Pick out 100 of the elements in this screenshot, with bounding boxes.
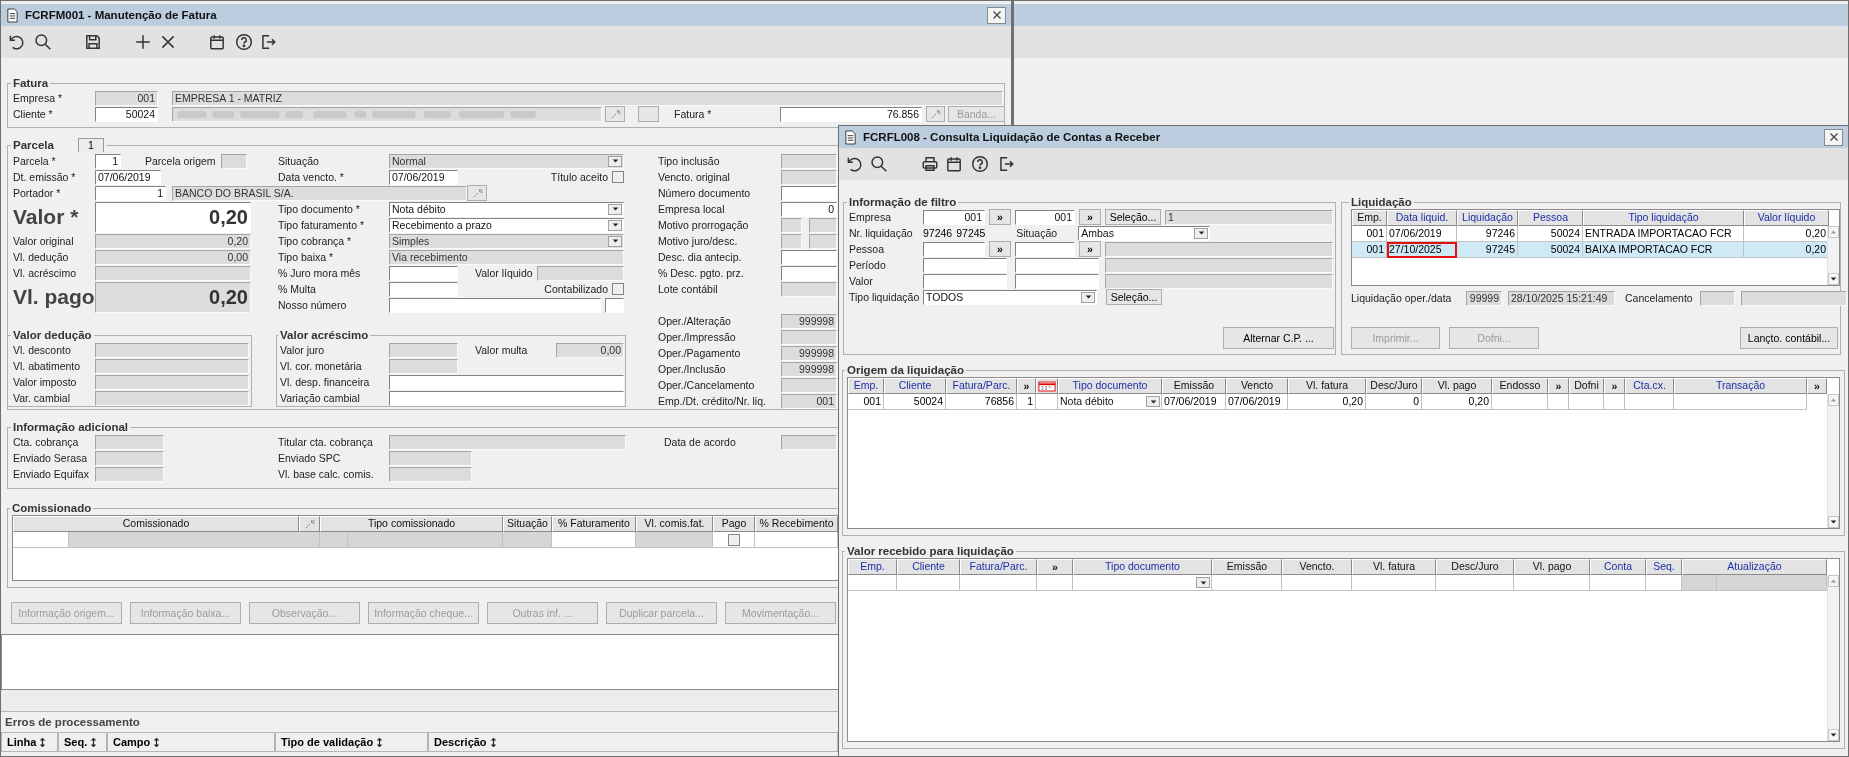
column-header[interactable]: Liquidação	[1457, 210, 1518, 226]
alternate-button[interactable]: Alternar C.P. ...	[1223, 327, 1334, 349]
tab[interactable]: 1	[77, 138, 104, 152]
input-field[interactable]	[605, 297, 624, 313]
dropdown-field[interactable]: TODOS	[923, 289, 1097, 305]
input-field[interactable]	[389, 265, 458, 281]
input-field[interactable]	[1015, 257, 1099, 273]
exit-icon[interactable]	[259, 33, 277, 51]
search-icon[interactable]	[34, 33, 52, 51]
column-header[interactable]: Cliente	[897, 559, 960, 575]
input-field[interactable]	[389, 390, 624, 406]
column-header[interactable]: % Faturamento	[552, 516, 636, 532]
lookup-button[interactable]	[467, 185, 487, 201]
scroll-up-icon[interactable]	[1828, 226, 1839, 238]
column-header[interactable]: Desc/Juro	[1366, 378, 1422, 394]
column-header[interactable]: Vencto.	[1282, 559, 1352, 575]
input-field[interactable]	[389, 281, 458, 297]
expand-button[interactable]: »	[1604, 378, 1625, 394]
column-header[interactable]: Situação	[503, 516, 552, 532]
column-header[interactable]: Atualização	[1682, 559, 1827, 575]
undo-icon[interactable]	[7, 33, 25, 51]
input-field[interactable]: 001	[1015, 209, 1075, 225]
save-icon[interactable]	[84, 33, 102, 51]
input-field[interactable]: 07/06/2019	[95, 169, 161, 185]
blank-button[interactable]	[638, 106, 659, 122]
input-field[interactable]	[389, 297, 601, 313]
column-header[interactable]: Emissão	[1162, 378, 1226, 394]
dropdown-field[interactable]: Recebimento a prazo	[389, 217, 624, 233]
column-header[interactable]: Seq.	[1646, 559, 1682, 575]
dropdown-field[interactable]: Nota débito	[389, 201, 624, 217]
selection-button[interactable]: Seleção...	[1106, 289, 1162, 305]
search-icon[interactable]	[870, 155, 888, 173]
column-header[interactable]: Endosso	[1492, 378, 1548, 394]
scroll-down-icon[interactable]	[1828, 273, 1839, 285]
input-field[interactable]	[781, 185, 837, 201]
selection-button[interactable]: Seleção...	[1105, 209, 1161, 225]
input-field[interactable]	[781, 265, 837, 281]
column-header[interactable]: Vl. fatura	[1288, 378, 1366, 394]
expand-button[interactable]: »	[1037, 559, 1073, 575]
cross-icon[interactable]	[159, 33, 177, 51]
input-field[interactable]	[923, 273, 1007, 289]
calendar-icon[interactable]	[945, 155, 963, 173]
column-header[interactable]: Data liquid.	[1387, 210, 1457, 226]
help-icon[interactable]	[235, 33, 253, 51]
input-field[interactable]: 001	[923, 209, 985, 225]
column-header[interactable]: Emp.	[1352, 210, 1387, 226]
column-header[interactable]: Cliente	[884, 378, 946, 394]
sort-header[interactable]: Descrição	[428, 732, 838, 752]
input-field[interactable]: 76.856	[780, 106, 922, 122]
input-field[interactable]	[923, 241, 985, 257]
scroll-up-icon[interactable]	[1828, 394, 1839, 406]
dropdown-field[interactable]	[1073, 575, 1212, 591]
column-header[interactable]: Cta.cx.	[1625, 378, 1674, 394]
sort-header[interactable]: Linha	[1, 732, 58, 752]
column-header[interactable]: Tipo comissionado	[320, 516, 503, 532]
input-field[interactable]: 1	[95, 185, 166, 201]
input-field[interactable]	[781, 249, 837, 265]
scroll-up-icon[interactable]	[1828, 575, 1839, 587]
scrollbar[interactable]	[1827, 226, 1839, 285]
column-header[interactable]: Pago	[713, 516, 755, 532]
undo-icon[interactable]	[845, 155, 863, 173]
expand-button[interactable]: »	[989, 241, 1011, 257]
table-row[interactable]: 001 07/06/2019 97246 50024 ENTRADA IMPORTACAO FCR 0,20	[1352, 226, 1829, 242]
column-header[interactable]: Fatura/Parc.	[946, 378, 1017, 394]
input-field[interactable]: 50024	[95, 106, 158, 122]
lookup-button[interactable]	[605, 106, 625, 122]
column-header[interactable]: Valor líquido	[1744, 210, 1829, 226]
input-field[interactable]: 0,20	[95, 201, 251, 233]
column-header[interactable]: Vencto	[1226, 378, 1288, 394]
expand-button[interactable]: »	[989, 209, 1011, 225]
column-header[interactable]: Emissão	[1212, 559, 1282, 575]
column-header[interactable]: Transação	[1674, 378, 1807, 394]
column-header[interactable]: Emp.	[848, 559, 897, 575]
table-row[interactable]: 001 27/10/2025 97245 50024 BAIXA IMPORTACAO FCR 0,20	[1352, 242, 1829, 258]
column-header[interactable]: Tipo documento	[1073, 559, 1212, 575]
column-header[interactable]: Vl. pago	[1514, 559, 1590, 575]
expand-button[interactable]: »	[1079, 241, 1101, 257]
scroll-down-icon[interactable]	[1828, 729, 1839, 741]
input-field[interactable]	[1015, 241, 1075, 257]
column-header[interactable]: Tipo documento	[1058, 378, 1162, 394]
expand-button[interactable]: »	[1807, 378, 1827, 394]
column-header[interactable]: Emp.	[848, 378, 884, 394]
input-field[interactable]	[1015, 273, 1099, 289]
scroll-down-icon[interactable]	[1828, 516, 1839, 528]
print-icon[interactable]	[921, 155, 939, 173]
checkbox[interactable]	[727, 533, 740, 546]
expand-button[interactable]: »	[1017, 378, 1036, 394]
column-header[interactable]: Fatura/Parc.	[960, 559, 1037, 575]
column-header[interactable]: Vl. fatura	[1352, 559, 1436, 575]
lookup-button[interactable]	[926, 106, 945, 122]
action-button[interactable]: Lançto. contábil...	[1740, 327, 1838, 349]
sort-header[interactable]: Tipo de validação	[275, 732, 428, 752]
column-header[interactable]: Comissionado	[13, 516, 299, 532]
dropdown-field[interactable]: Nota débito	[1058, 394, 1162, 410]
sort-header[interactable]: Seq.	[58, 732, 107, 752]
expand-button[interactable]: »	[1548, 378, 1569, 394]
scrollbar[interactable]	[1827, 394, 1839, 528]
close-button[interactable]	[987, 6, 1006, 24]
close-button[interactable]	[1824, 128, 1843, 146]
expand-button[interactable]: »	[1079, 209, 1101, 225]
